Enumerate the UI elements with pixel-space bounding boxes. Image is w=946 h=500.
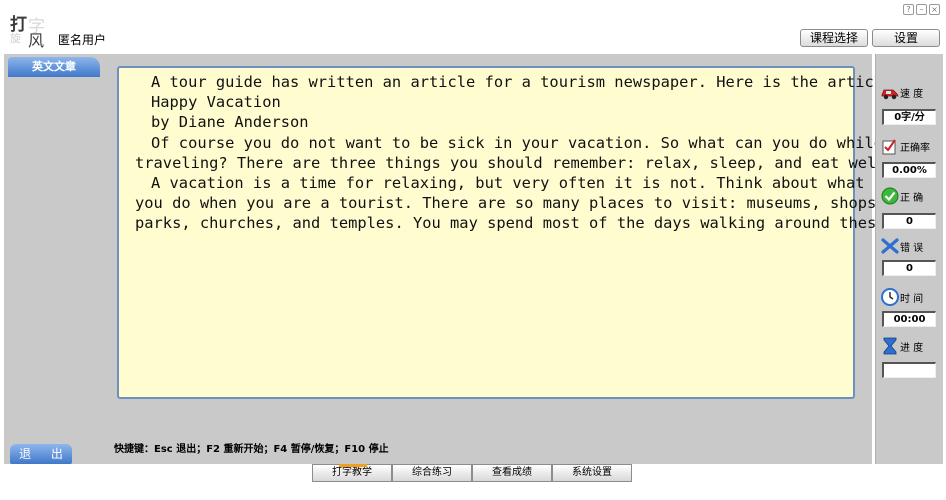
stats-panel: 速 度 0字/分 正确率 0.00% 正 确 0 错 误 0 时 间 00:00… [875, 54, 943, 464]
accuracy-label: 正确率 [900, 143, 930, 154]
tab-view-scores[interactable]: 查看成绩 [472, 464, 552, 482]
typing-app-window: 打 字 旋 风 匿名用户 ? – × 课程选择 设置 英文文章 A tour g… [0, 0, 946, 500]
article-line: parks, churches, and temples. You may sp… [135, 214, 886, 233]
correct-value: 0 [882, 213, 936, 229]
main-area: 英文文章 A tour guide has written an article… [4, 54, 902, 464]
time-stat-label: 时 间 [878, 287, 940, 307]
tab-english-article[interactable]: 英文文章 [8, 57, 100, 77]
cross-icon [881, 238, 899, 254]
time-value: 00:00 [882, 311, 936, 327]
article-text-area[interactable]: A tour guide has written an article for … [117, 66, 902, 399]
progress-stat-label: 进 度 [878, 336, 940, 356]
time-label: 时 间 [900, 294, 924, 305]
shortcut-hint: 快捷键：Esc 退出；F2 重新开始；F4 暂停/恢复；F10 停止 [114, 444, 389, 455]
accuracy-value: 0.00% [882, 162, 936, 178]
errors-stat-label: 错 误 [878, 236, 940, 256]
tab-system-settings[interactable]: 系统设置 [552, 464, 632, 482]
username-label: 匿名用户 [58, 33, 107, 47]
article-line: by Diane Anderson [151, 113, 309, 132]
progress-label: 进 度 [900, 343, 924, 354]
help-icon[interactable]: ? [903, 4, 914, 15]
title-bar: 打 字 旋 风 匿名用户 ? – × 课程选择 设置 [0, 0, 946, 50]
car-icon [881, 89, 899, 100]
logo-char-4: 风 [28, 31, 45, 50]
article-line: you do when you are a tourist. There are… [135, 194, 886, 213]
errors-label: 错 误 [900, 243, 924, 254]
minimize-icon[interactable]: – [916, 4, 927, 15]
article-line: Happy Vacation [151, 93, 281, 112]
accuracy-stat-label: 正确率 [878, 136, 940, 156]
green-check-icon [881, 187, 899, 205]
clock-icon [881, 288, 899, 306]
bottom-bar: 打字教学 综合练习 查看成绩 系统设置 [0, 464, 946, 500]
progress-bar [882, 362, 936, 378]
article-line: A vacation is a time for relaxing, but v… [151, 174, 865, 193]
logo-char-3: 旋 [10, 32, 21, 45]
article-line: Of course you do not want to be sick in … [151, 133, 884, 152]
close-icon[interactable]: × [929, 4, 940, 15]
window-controls: ? – × [903, 4, 940, 15]
errors-value: 0 [882, 260, 936, 276]
app-logo: 打 字 旋 风 [6, 8, 50, 50]
speed-value: 0字/分 [882, 109, 936, 125]
correct-stat-label: 正 确 [878, 186, 940, 206]
article-line: A tour guide has written an article for … [151, 73, 902, 91]
correct-label: 正 确 [900, 193, 924, 204]
settings-button[interactable]: 设置 [872, 29, 940, 47]
check-pen-icon [882, 139, 896, 155]
exit-button[interactable]: 退 出 [10, 444, 72, 464]
tab-typing-teaching[interactable]: 打字教学 [312, 464, 392, 482]
bottom-tabs: 打字教学 综合练习 查看成绩 系统设置 [312, 464, 632, 482]
speed-label: 速 度 [900, 89, 924, 100]
tab-comprehensive-practice[interactable]: 综合练习 [392, 464, 472, 482]
course-select-button[interactable]: 课程选择 [800, 29, 868, 47]
speed-stat-label: 速 度 [878, 82, 940, 102]
hourglass-icon [883, 337, 897, 355]
article-line: traveling? There are three things you sh… [135, 153, 895, 172]
